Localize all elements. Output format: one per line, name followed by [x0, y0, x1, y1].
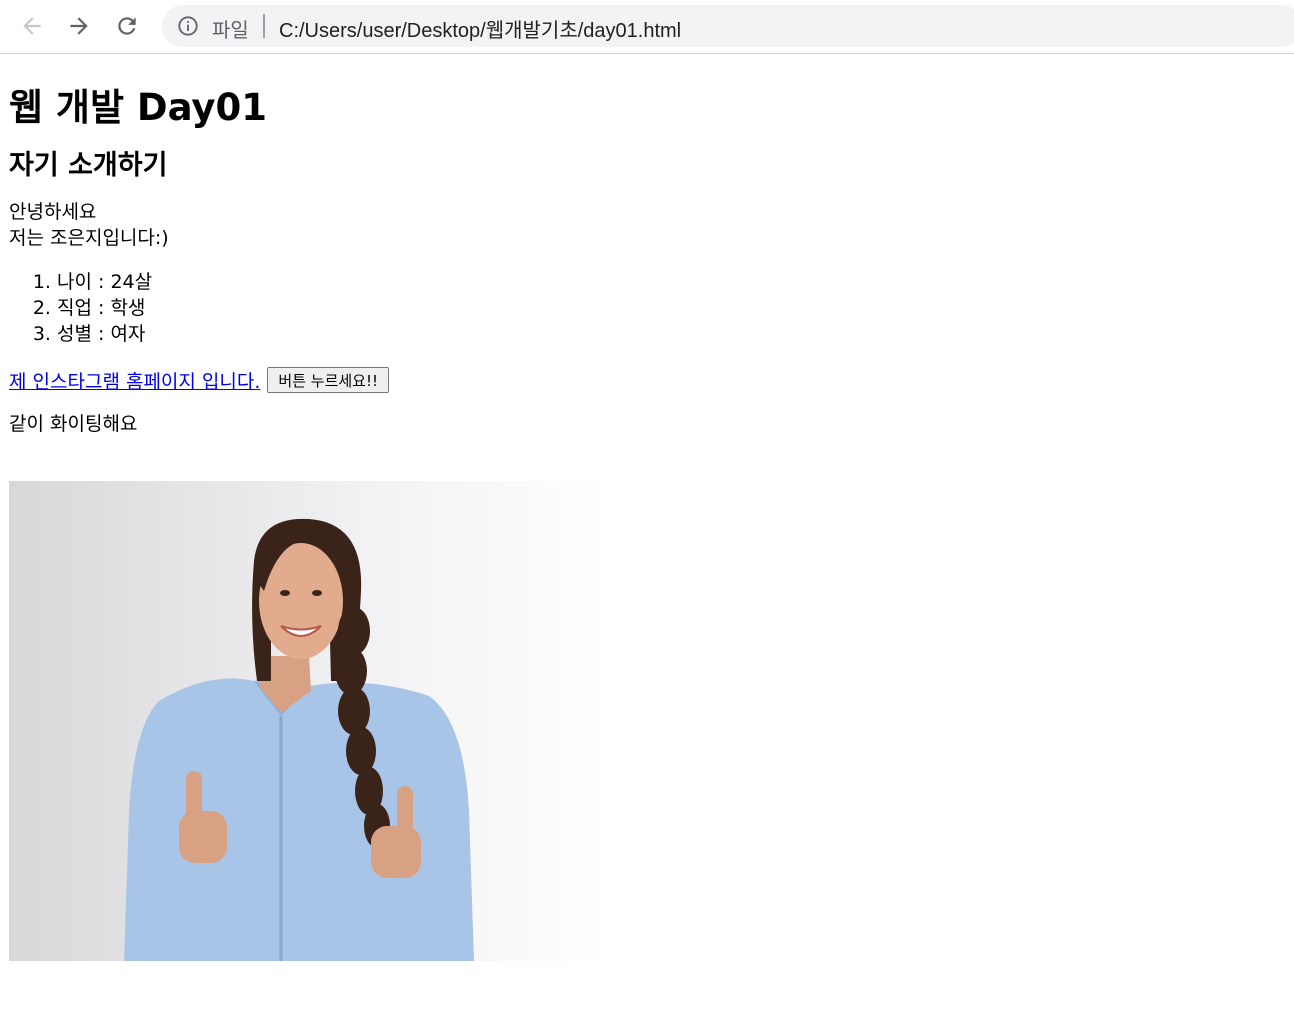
- browser-toolbar: 파일 C:/Users/user/Desktop/웹개발기초/day01.htm…: [0, 0, 1294, 54]
- page-content: 웹 개발 Day01 자기 소개하기 안녕하세요 저는 조은지입니다:) 나이 …: [9, 55, 1279, 437]
- profile-list: 나이 : 24살 직업 : 학생 성별 : 여자: [9, 269, 1279, 347]
- list-item-age: 나이 : 24살: [57, 269, 1279, 295]
- forward-arrow-icon: [70, 17, 88, 35]
- link-row: 제 인스타그램 홈페이지 입니다. 버튼 누르세요!!: [9, 365, 1279, 395]
- press-button[interactable]: 버튼 누르세요!!: [267, 367, 390, 393]
- instagram-link[interactable]: 제 인스타그램 홈페이지 입니다.: [9, 367, 260, 394]
- info-icon[interactable]: [177, 15, 199, 37]
- greeting-paragraph: 안녕하세요 저는 조은지입니다:): [9, 199, 1279, 251]
- cheer-text: 같이 화이팅해요: [9, 413, 138, 435]
- greeting-line-1: 안녕하세요: [9, 201, 97, 223]
- address-divider: [263, 14, 265, 38]
- back-arrow-icon: [23, 17, 41, 35]
- greeting-line-2: 저는 조은지입니다:): [9, 227, 169, 249]
- forward-button[interactable]: [62, 9, 96, 43]
- list-item-job: 직업 : 학생: [57, 295, 1279, 321]
- page-subtitle: 자기 소개하기: [9, 150, 168, 181]
- file-scheme-label: 파일: [212, 18, 249, 42]
- list-item-gender: 성별 : 여자: [57, 321, 1279, 347]
- reload-button[interactable]: [110, 9, 144, 43]
- url-text[interactable]: C:/Users/user/Desktop/웹개발기초/day01.html: [279, 14, 681, 43]
- back-button[interactable]: [15, 9, 49, 43]
- address-bar[interactable]: 파일 C:/Users/user/Desktop/웹개발기초/day01.htm…: [162, 5, 1294, 47]
- reload-icon: [118, 17, 136, 35]
- profile-photo: [9, 481, 609, 961]
- page-title: 웹 개발 Day01: [9, 86, 268, 129]
